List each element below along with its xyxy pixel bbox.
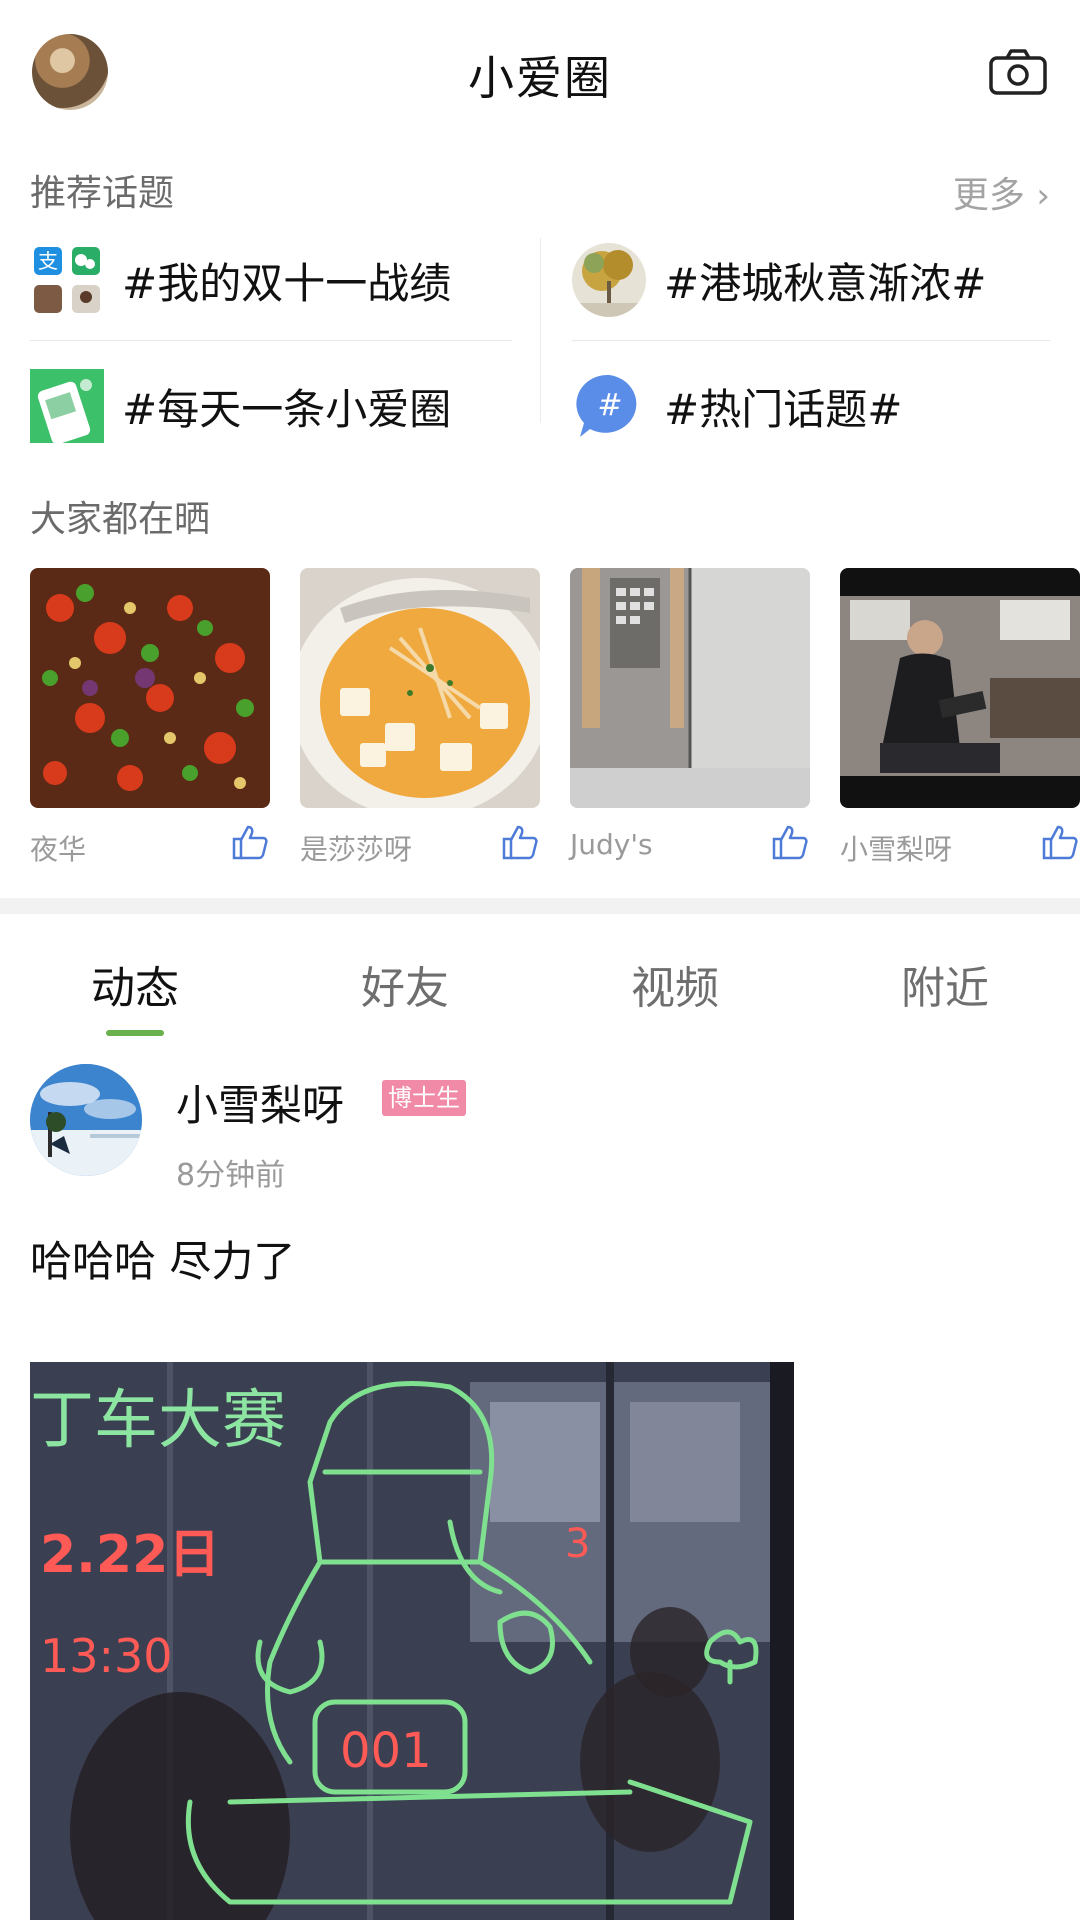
- recommended-topics-label: 推荐话题: [30, 173, 175, 214]
- feed-tabs: 动态 好友 视频 附近: [0, 914, 1080, 1034]
- autumn-tree-thumb: [572, 243, 646, 317]
- tab-video[interactable]: 视频: [540, 952, 810, 1016]
- active-tab-indicator: [106, 1030, 164, 1036]
- topic-item[interactable]: # #热门话题#: [572, 356, 902, 456]
- topic-item[interactable]: #每天一条小爱圈: [30, 356, 451, 456]
- share-card[interactable]: 是莎莎呀: [300, 568, 540, 868]
- spicy-chicken-dish[interactable]: [30, 568, 270, 808]
- post-timestamp: 8分钟前: [176, 1158, 286, 1193]
- topics-divider: [30, 340, 512, 341]
- topic-item[interactable]: #港城秋意渐浓#: [572, 230, 986, 330]
- everyone-sharing-label: 大家都在晒: [30, 499, 211, 540]
- status-badge: 博士生: [382, 1080, 466, 1116]
- svg-text:支: 支: [38, 249, 58, 273]
- topics-divider: [572, 340, 1050, 341]
- tab-dynamic[interactable]: 动态: [0, 952, 270, 1016]
- thumbs-up-icon[interactable]: [500, 822, 540, 862]
- post-username[interactable]: 小雪梨呀: [176, 1072, 344, 1133]
- man-reading-video[interactable]: [840, 568, 1080, 808]
- phone-app-thumb: [30, 369, 104, 443]
- share-user: 是莎莎呀: [300, 833, 413, 866]
- hashtag-bubble-icon: #: [576, 374, 637, 437]
- camera-icon[interactable]: [988, 48, 1048, 96]
- tab-nearby[interactable]: 附近: [810, 952, 1080, 1016]
- chevron-right-icon: ›: [1036, 176, 1050, 216]
- topic-text: #每天一条小爱圈: [122, 384, 452, 434]
- thumbs-up-icon[interactable]: [230, 822, 270, 862]
- topic-text: #我的双十一战绩: [122, 258, 452, 308]
- thumbs-up-icon[interactable]: [770, 822, 810, 862]
- neon-number-text: 001: [340, 1723, 432, 1779]
- topic-text: #港城秋意渐浓#: [664, 258, 987, 308]
- thumbs-up-icon[interactable]: [1040, 822, 1080, 862]
- tofu-soup-dish[interactable]: [300, 568, 540, 808]
- page-title: 小爱圈: [468, 51, 612, 105]
- share-user: 小雪梨呀: [840, 833, 953, 866]
- header-bar: 小爱圈: [0, 0, 1080, 150]
- share-gallery: 夜华 是莎莎呀 Judy's 小雪梨呀: [30, 568, 1080, 868]
- neon-time-text: 13:30: [40, 1629, 173, 1683]
- share-user: 夜华: [30, 833, 87, 866]
- post-content: 哈哈哈 尽力了: [30, 1237, 296, 1286]
- share-card[interactable]: 小雪梨呀: [840, 568, 1080, 868]
- neon-title-text: 丁车大赛: [30, 1384, 286, 1458]
- section-separator: [0, 898, 1080, 914]
- share-card[interactable]: Judy's: [570, 568, 810, 868]
- post-image[interactable]: 丁车大赛 2.22日 13:30 001 3: [30, 1362, 794, 1920]
- topics-divider-vertical: [540, 238, 541, 423]
- topic-text: #热门话题#: [664, 384, 903, 434]
- more-link[interactable]: 更多 ›: [953, 166, 1050, 218]
- topic-item[interactable]: 支 #我的双十一战绩: [30, 230, 451, 330]
- share-user: Judy's: [570, 828, 653, 861]
- glass-door-selfie[interactable]: [570, 568, 810, 808]
- neon-mark-text: 3: [565, 1521, 590, 1567]
- post-avatar[interactable]: [30, 1064, 142, 1176]
- more-label: 更多: [952, 175, 1025, 216]
- neon-date-text: 2.22日: [40, 1525, 220, 1585]
- svg-text:#: #: [597, 388, 622, 423]
- share-card[interactable]: 夜华: [30, 568, 270, 868]
- app-grid-icon: 支: [34, 247, 100, 313]
- tab-friends[interactable]: 好友: [270, 952, 540, 1016]
